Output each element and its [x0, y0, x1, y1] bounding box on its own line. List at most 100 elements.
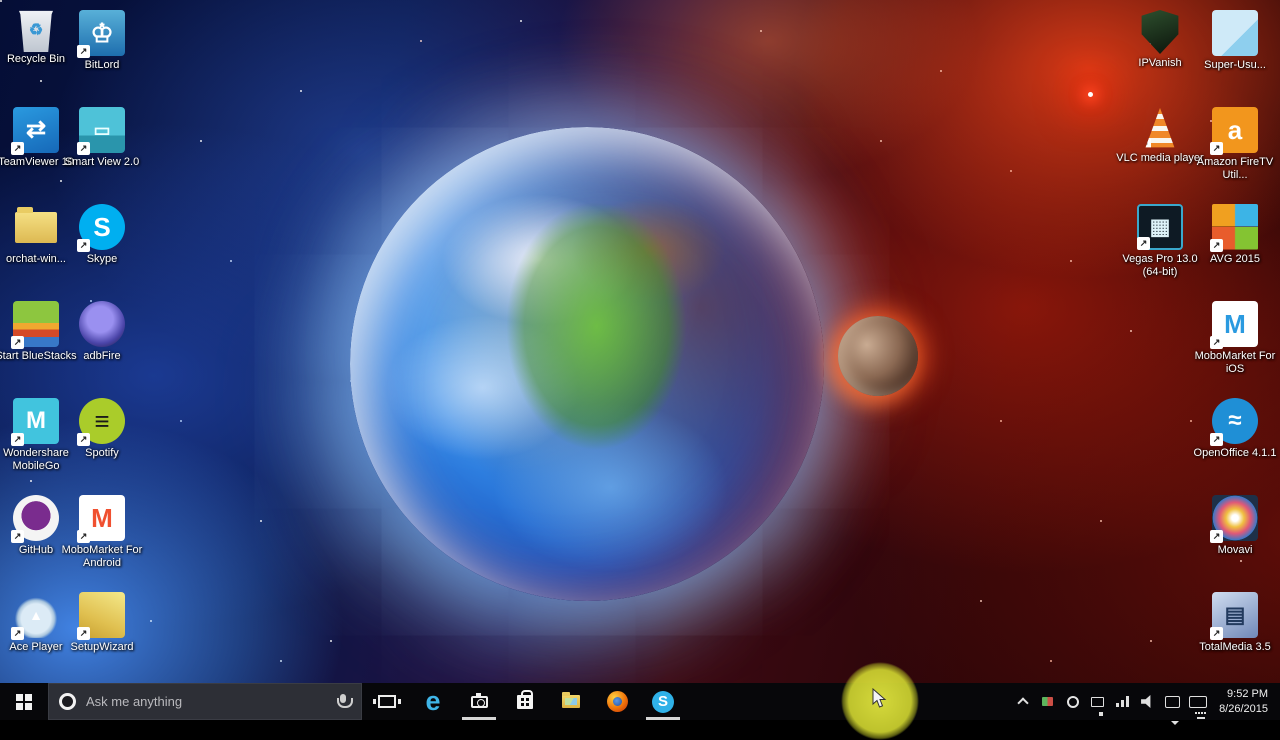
- ace-player-icon: ▲: [13, 592, 59, 638]
- shortcut-arrow-overlay: [1210, 142, 1223, 155]
- desktop-icon-wondershare-mobilego[interactable]: MWondershare MobileGo: [3, 398, 69, 473]
- totalmedia-glyph: ▤: [1225, 604, 1246, 626]
- shortcut-arrow-overlay: [11, 433, 24, 446]
- mobomarket-ios-icon: M: [1212, 301, 1258, 347]
- smart-view-glyph: ▭: [93, 121, 110, 139]
- shortcut-arrow-overlay: [77, 433, 90, 446]
- desktop-icon-label: adbFire: [57, 350, 147, 363]
- avg-2015-icon: [1212, 204, 1258, 250]
- clock-time: 9:52 PM: [1219, 687, 1268, 702]
- file-explorer-button[interactable]: [548, 683, 594, 720]
- desktop-icon-skype[interactable]: SSkype: [69, 204, 135, 266]
- firefox-icon: [607, 691, 628, 712]
- desktop-icon-label: Movavi: [1190, 544, 1280, 557]
- shortcut-arrow-overlay: [1137, 237, 1150, 250]
- openoffice-icon: ≈: [1212, 398, 1258, 444]
- shortcut-arrow-overlay: [77, 239, 90, 252]
- touch-keyboard-icon: [1189, 696, 1207, 708]
- shortcut-arrow-overlay: [11, 142, 24, 155]
- camera-app-button[interactable]: [456, 683, 502, 720]
- bluestacks-icon: [13, 301, 59, 347]
- store-button[interactable]: [502, 683, 548, 720]
- amazon-firetv-icon: a: [1212, 107, 1258, 153]
- shortcut-arrow-overlay: [77, 142, 90, 155]
- microphone-icon[interactable]: [335, 694, 351, 710]
- tray-app-ring-icon: [1067, 696, 1079, 708]
- file-explorer-icon: [562, 695, 580, 708]
- taskbar-search[interactable]: [48, 683, 362, 720]
- shortcut-arrow-overlay: [77, 627, 90, 640]
- hidden-icons-chevron-button[interactable]: [1010, 683, 1035, 720]
- shortcut-arrow-overlay: [1210, 336, 1223, 349]
- desktop-icon-label: OpenOffice 4.1.1: [1190, 447, 1280, 460]
- shortcut-arrow-overlay: [1210, 530, 1223, 543]
- taskbar-clock[interactable]: 9:52 PM 8/26/2015: [1219, 687, 1268, 717]
- desktop-icon-bitlord[interactable]: ♔BitLord: [69, 10, 135, 72]
- network-button[interactable]: [1110, 683, 1135, 720]
- cortana-icon: [59, 693, 76, 710]
- stars-decoration: [0, 0, 2, 2]
- vegas-pro-glyph: ▦: [1150, 216, 1171, 238]
- search-input[interactable]: [86, 694, 335, 709]
- desktop-icon-vegas-pro[interactable]: ▦Vegas Pro 13.0 (64-bit): [1127, 204, 1193, 279]
- shortcut-arrow-overlay: [77, 530, 90, 543]
- amazon-firetv-glyph: a: [1228, 117, 1242, 143]
- firefox-button[interactable]: [594, 683, 640, 720]
- action-center-button[interactable]: [1160, 683, 1185, 720]
- vegas-pro-icon: ▦: [1137, 204, 1183, 250]
- desktop-icon-adbfire[interactable]: adbFire: [69, 301, 135, 363]
- spotify-icon: ≡: [79, 398, 125, 444]
- ace-player-glyph: ▲: [29, 608, 43, 622]
- desktop-icon-amazon-firetv[interactable]: aAmazon FireTV Util...: [1202, 107, 1268, 182]
- shortcut-arrow-overlay: [1138, 138, 1151, 151]
- desktop-icon-openoffice[interactable]: ≈OpenOffice 4.1.1: [1202, 398, 1268, 460]
- edge-button[interactable]: [410, 683, 456, 720]
- wondershare-mobilego-icon: M: [13, 398, 59, 444]
- desktop-icon-movavi[interactable]: Movavi: [1202, 495, 1268, 557]
- store-icon: [517, 695, 533, 709]
- adbfire-icon: [79, 301, 125, 347]
- smart-view-icon: ▭: [79, 107, 125, 153]
- desktop-icon-spotify[interactable]: ≡Spotify: [69, 398, 135, 460]
- bitlord-glyph: ♔: [90, 20, 113, 46]
- camera-app-icon: [471, 696, 488, 708]
- tray-app-device-button[interactable]: [1085, 683, 1110, 720]
- desktop-icon-ipvanish[interactable]: IPVanish: [1127, 10, 1193, 70]
- desktop-icon-setupwizard[interactable]: SetupWizard: [69, 592, 135, 654]
- skype-icon: S: [79, 204, 125, 250]
- desktop-icon-mobomarket-ios[interactable]: MMoboMarket For iOS: [1202, 301, 1268, 376]
- system-tray: 9:52 PM 8/26/2015: [1010, 683, 1280, 720]
- skype-button[interactable]: [640, 683, 686, 720]
- desktop-icon-recycle-bin[interactable]: ♻Recycle Bin: [3, 10, 69, 66]
- start-button[interactable]: [0, 683, 48, 720]
- skype-icon: [652, 691, 674, 713]
- desktop-icon-smart-view[interactable]: ▭Smart View 2.0: [69, 107, 135, 169]
- volume-button[interactable]: [1135, 683, 1160, 720]
- openoffice-glyph: ≈: [1228, 409, 1241, 433]
- desktop-icon-vlc[interactable]: VLC media player: [1127, 107, 1193, 165]
- desktop-icon-mobomarket-android[interactable]: MMoboMarket For Android: [69, 495, 135, 570]
- mouse-cursor: [872, 688, 887, 709]
- hidden-icons-chevron-icon: [1017, 697, 1028, 708]
- teamviewer-glyph: ⇄: [26, 118, 46, 142]
- tray-app-ring-button[interactable]: [1060, 683, 1085, 720]
- shortcut-arrow-overlay: [11, 627, 24, 640]
- volume-icon: [1141, 695, 1154, 708]
- shortcut-arrow-overlay: [1210, 627, 1223, 640]
- network-icon: [1116, 696, 1130, 707]
- desktop-icon-label: Skype: [57, 253, 147, 266]
- desktop-icon-label: TotalMedia 3.5: [1190, 641, 1280, 654]
- github-icon: [13, 495, 59, 541]
- desktop-icon-totalmedia[interactable]: ▤TotalMedia 3.5: [1202, 592, 1268, 654]
- mobomarket-android-glyph: M: [91, 505, 113, 531]
- recycle-bin-icon: ♻: [19, 10, 53, 52]
- desktop-icon-super-usu[interactable]: Super-Usu...: [1202, 10, 1268, 72]
- desktop-icon-avg-2015[interactable]: AVG 2015: [1202, 204, 1268, 266]
- tray-app-device-icon: [1091, 697, 1104, 707]
- desktop-icon-label: Smart View 2.0: [57, 156, 147, 169]
- touch-keyboard-button[interactable]: [1185, 683, 1210, 720]
- desktop-icon-label: MoboMarket For Android: [57, 544, 147, 570]
- edge-icon: [425, 689, 440, 713]
- tray-app-color-button[interactable]: [1035, 683, 1060, 720]
- task-view-button[interactable]: [364, 683, 410, 720]
